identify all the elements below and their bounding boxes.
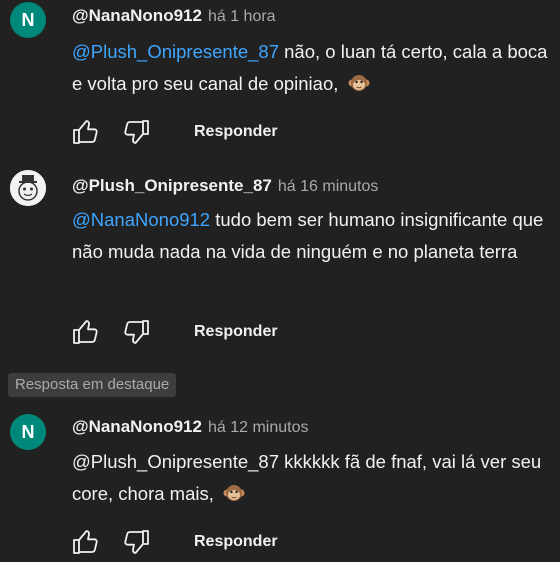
- timestamp[interactable]: há 16 minutos: [278, 178, 379, 195]
- thumbs-down-icon[interactable]: [122, 317, 152, 347]
- comment-text: @Plush_Onipresente_87 não, o luan tá cer…: [72, 36, 552, 100]
- highlighted-reply-badge: Resposta em destaque: [8, 373, 177, 397]
- thumbs-up-icon[interactable]: [70, 317, 100, 347]
- mention-text[interactable]: @Plush_Onipresente_87: [72, 451, 279, 472]
- avatar[interactable]: N: [10, 414, 46, 450]
- comment-header: @NanaNono912 há 12 minutos: [72, 417, 308, 437]
- mention-link[interactable]: @Plush_Onipresente_87: [72, 41, 279, 62]
- thumbs-up-icon[interactable]: [70, 527, 100, 557]
- comment-actions: Responder: [70, 317, 278, 347]
- comment-header: @Plush_Onipresente_87 há 16 minutos: [72, 176, 378, 196]
- thumbs-up-icon[interactable]: [70, 117, 100, 147]
- reply-button[interactable]: Responder: [194, 323, 278, 341]
- plush-avatar-icon: [10, 170, 46, 206]
- author-name[interactable]: @NanaNono912: [72, 6, 202, 25]
- comment-actions: Responder: [70, 527, 278, 557]
- comment-actions: Responder: [70, 117, 278, 147]
- reply-button[interactable]: Responder: [194, 533, 278, 551]
- monkey-emoji: [348, 72, 370, 94]
- author-name[interactable]: @Plush_Onipresente_87: [72, 176, 272, 195]
- author-name[interactable]: @NanaNono912: [72, 417, 202, 436]
- comment-text: @NanaNono912 tudo bem ser humano insigni…: [72, 204, 552, 268]
- comment-text: @Plush_Onipresente_87 kkkkkk fã de fnaf,…: [72, 446, 552, 510]
- comment-header: @NanaNono912 há 1 hora: [72, 6, 276, 26]
- thumbs-down-icon[interactable]: [122, 527, 152, 557]
- avatar[interactable]: [10, 170, 46, 206]
- avatar[interactable]: N: [10, 2, 46, 38]
- reply-button[interactable]: Responder: [194, 123, 278, 141]
- mention-link[interactable]: @NanaNono912: [72, 209, 210, 230]
- timestamp[interactable]: há 1 hora: [208, 8, 276, 25]
- monkey-emoji: [223, 482, 245, 504]
- timestamp[interactable]: há 12 minutos: [208, 419, 309, 436]
- thumbs-down-icon[interactable]: [122, 117, 152, 147]
